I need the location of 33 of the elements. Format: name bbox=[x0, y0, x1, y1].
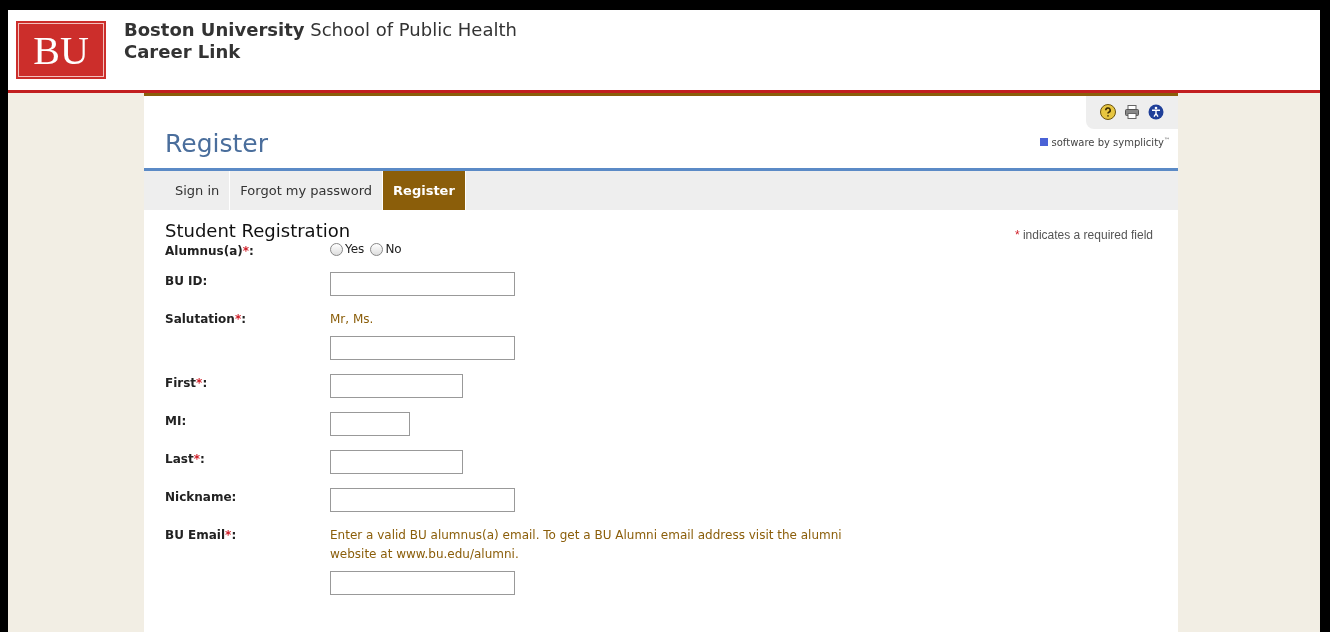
required-note: * indicates a required field bbox=[1014, 228, 1153, 242]
field-label: BU ID: bbox=[165, 273, 209, 290]
text-input[interactable] bbox=[330, 571, 515, 595]
field-label: BU Email*: bbox=[165, 527, 238, 544]
text-input[interactable] bbox=[330, 450, 463, 474]
field-label: First*: bbox=[165, 375, 209, 392]
field-label: Salutation*: bbox=[165, 311, 247, 328]
help-icon[interactable] bbox=[1100, 104, 1116, 120]
form-title: Student Registration bbox=[165, 220, 351, 242]
tab[interactable]: Register bbox=[383, 171, 466, 210]
text-input[interactable] bbox=[330, 272, 515, 296]
field-label: MI: bbox=[165, 413, 188, 430]
field-label: Nickname: bbox=[165, 489, 238, 506]
field-hint: Mr, Ms. bbox=[330, 311, 375, 328]
field-label: Last*: bbox=[165, 451, 206, 468]
page-title: Register bbox=[165, 129, 268, 158]
app-name: Career Link bbox=[124, 41, 242, 63]
field-hint: Enter a valid BU alumnus(a) email. To get a BU Alumni email address visit the alumni website at www.bu.edu/alumni. bbox=[330, 527, 843, 563]
text-input[interactable] bbox=[330, 374, 463, 398]
print-icon[interactable] bbox=[1124, 104, 1140, 120]
university-name: Boston University bbox=[124, 19, 305, 40]
tab[interactable]: Sign in bbox=[165, 171, 231, 210]
university-logo[interactable]: BU bbox=[16, 21, 106, 79]
school-name: School of Public Health bbox=[310, 19, 517, 40]
radio-option[interactable]: Yes bbox=[330, 242, 365, 256]
text-input[interactable] bbox=[330, 336, 515, 360]
radio-option[interactable]: No bbox=[370, 242, 402, 256]
text-input[interactable] bbox=[330, 488, 515, 512]
vendor-square-icon bbox=[1039, 137, 1048, 146]
vendor-credit[interactable]: software by symplicity$^{™}$ bbox=[1051, 135, 1170, 148]
field-label: Alumnus(a)*: bbox=[165, 243, 255, 258]
accessibility-icon[interactable] bbox=[1148, 104, 1164, 120]
text-input[interactable] bbox=[330, 412, 410, 436]
